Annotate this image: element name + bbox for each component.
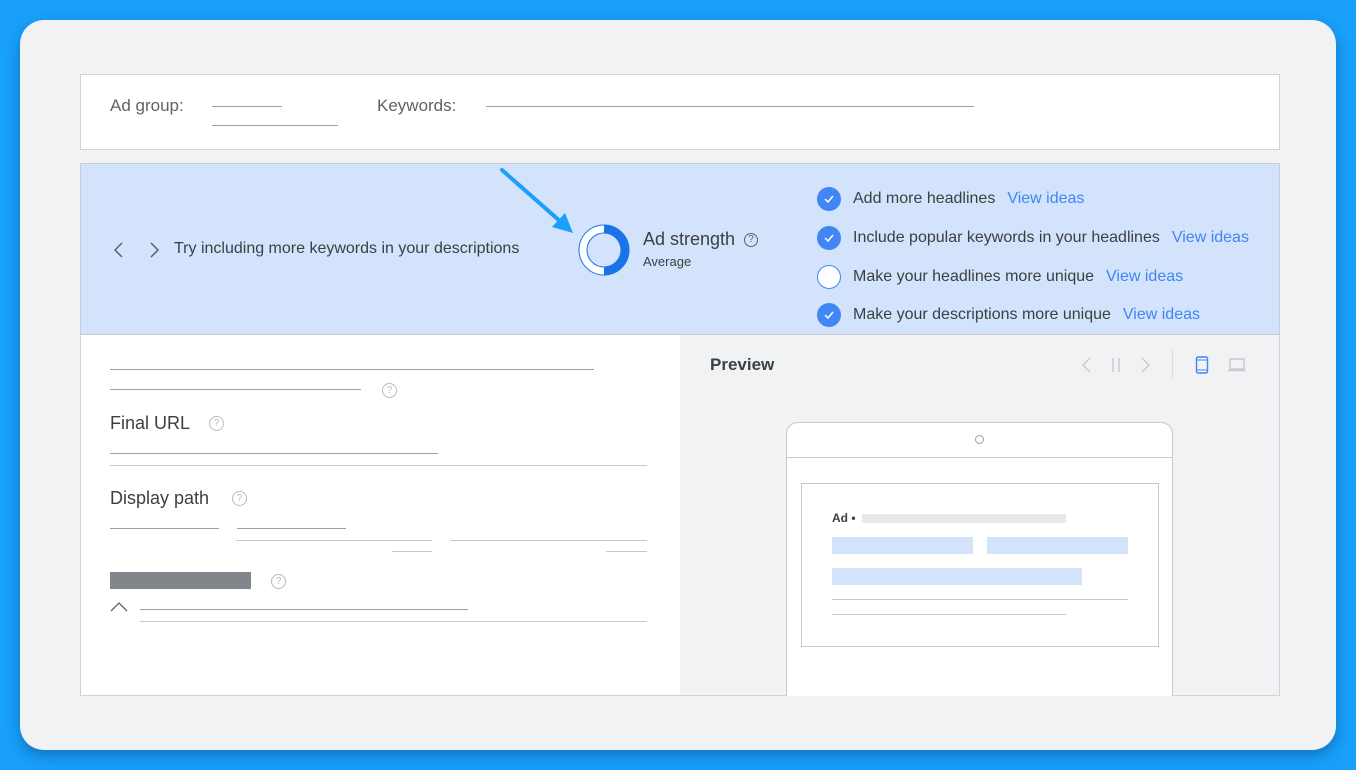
empty-circle-icon [817, 264, 841, 289]
check-icon [817, 226, 841, 251]
checklist-item-text: Include popular keywords in your headlin… [853, 229, 1160, 247]
ad-group-value-placeholder[interactable] [212, 106, 282, 107]
divider [140, 621, 647, 622]
help-icon[interactable]: ? [209, 416, 224, 431]
final-url-input[interactable] [110, 453, 438, 454]
ad-strength-rating: Average [643, 254, 692, 269]
device-header-divider [787, 457, 1172, 458]
help-icon[interactable]: ? [382, 383, 397, 398]
view-ideas-link[interactable]: View ideas [1007, 190, 1084, 208]
desktop-device-icon[interactable] [1227, 358, 1247, 372]
ad-group-value-placeholder-2 [212, 125, 338, 126]
ad-headline-placeholder [832, 568, 1082, 585]
ad-group-keywords-bar: Ad group: Keywords: [80, 74, 1280, 150]
camera-icon [975, 435, 984, 444]
ad-strength-label: Ad strength [643, 229, 736, 249]
ad-strength-checklist: Add more headlines View ideas Include po… [817, 180, 1249, 335]
ad-dot: • [851, 511, 856, 525]
ad-form-panel: ? Final URL ? Display path ? ? [80, 335, 680, 696]
checklist-item-text: Make your descriptions more unique [853, 306, 1111, 324]
check-icon [817, 187, 841, 212]
chevron-left-icon[interactable] [112, 241, 126, 259]
ad-description-placeholder [832, 599, 1128, 600]
display-domain-placeholder [110, 528, 219, 529]
view-ideas-link[interactable]: View ideas [1123, 306, 1200, 324]
chevron-right-icon[interactable] [147, 241, 161, 259]
mobile-device-icon[interactable] [1195, 356, 1209, 374]
checklist-item: Make your descriptions more unique View … [817, 296, 1249, 335]
path1-counter [392, 551, 432, 552]
view-ideas-link[interactable]: View ideas [1172, 229, 1249, 247]
headline-field[interactable] [110, 369, 594, 370]
preview-panel: Preview Ad • [680, 335, 1280, 696]
path1-input[interactable] [236, 540, 432, 541]
checklist-item: Add more headlines View ideas [817, 180, 1249, 219]
help-icon[interactable]: ? [232, 491, 247, 506]
help-icon[interactable]: ? [271, 574, 286, 589]
final-url-label: Final URL [110, 413, 191, 433]
ad-strength-banner: Try including more keywords in your desc… [80, 163, 1280, 335]
mobile-device-frame: Ad • [786, 422, 1173, 696]
ad-description-placeholder [832, 614, 1066, 615]
help-icon[interactable]: ? [744, 233, 759, 248]
chevron-right-icon[interactable] [1139, 357, 1151, 373]
pause-icon[interactable] [1110, 357, 1122, 373]
view-ideas-link[interactable]: View ideas [1106, 268, 1183, 286]
display-domain-placeholder-2 [237, 528, 346, 529]
ad-strength-fill [603, 225, 629, 275]
checklist-item: Include popular keywords in your headlin… [817, 219, 1249, 258]
checklist-item: Make your headlines more unique View ide… [817, 257, 1249, 296]
ad-group-label: Ad group: [110, 96, 184, 115]
url-options-field[interactable] [140, 609, 468, 610]
section-label-placeholder [110, 572, 251, 589]
display-path-label: Display path [110, 488, 210, 508]
ad-strength-donut [578, 224, 630, 276]
chevron-left-icon[interactable] [1081, 357, 1093, 373]
ad-strength-title: Ad strength ? [643, 229, 759, 250]
divider [110, 465, 647, 466]
ad-headline-placeholder [832, 537, 973, 554]
path2-counter [606, 551, 647, 552]
path2-input[interactable] [450, 540, 647, 541]
ad-badge: Ad • [832, 511, 856, 525]
ad-label: Ad [832, 511, 848, 525]
ad-headline-placeholder [987, 537, 1128, 554]
preview-title: Preview [710, 355, 775, 374]
annotation-arrow-icon [500, 168, 573, 233]
headline-field-2[interactable] [110, 389, 361, 390]
checklist-item-text: Add more headlines [853, 190, 996, 208]
toolbar-divider [1172, 349, 1173, 379]
ad-preview-card: Ad • [801, 483, 1159, 647]
keywords-label: Keywords: [377, 96, 457, 115]
keywords-value-placeholder[interactable] [486, 106, 974, 107]
tip-text: Try including more keywords in your desc… [174, 240, 520, 257]
chevron-up-icon[interactable] [110, 602, 128, 612]
check-icon [817, 303, 841, 328]
checklist-item-text: Make your headlines more unique [853, 267, 1095, 285]
ad-url-placeholder [862, 514, 1066, 523]
